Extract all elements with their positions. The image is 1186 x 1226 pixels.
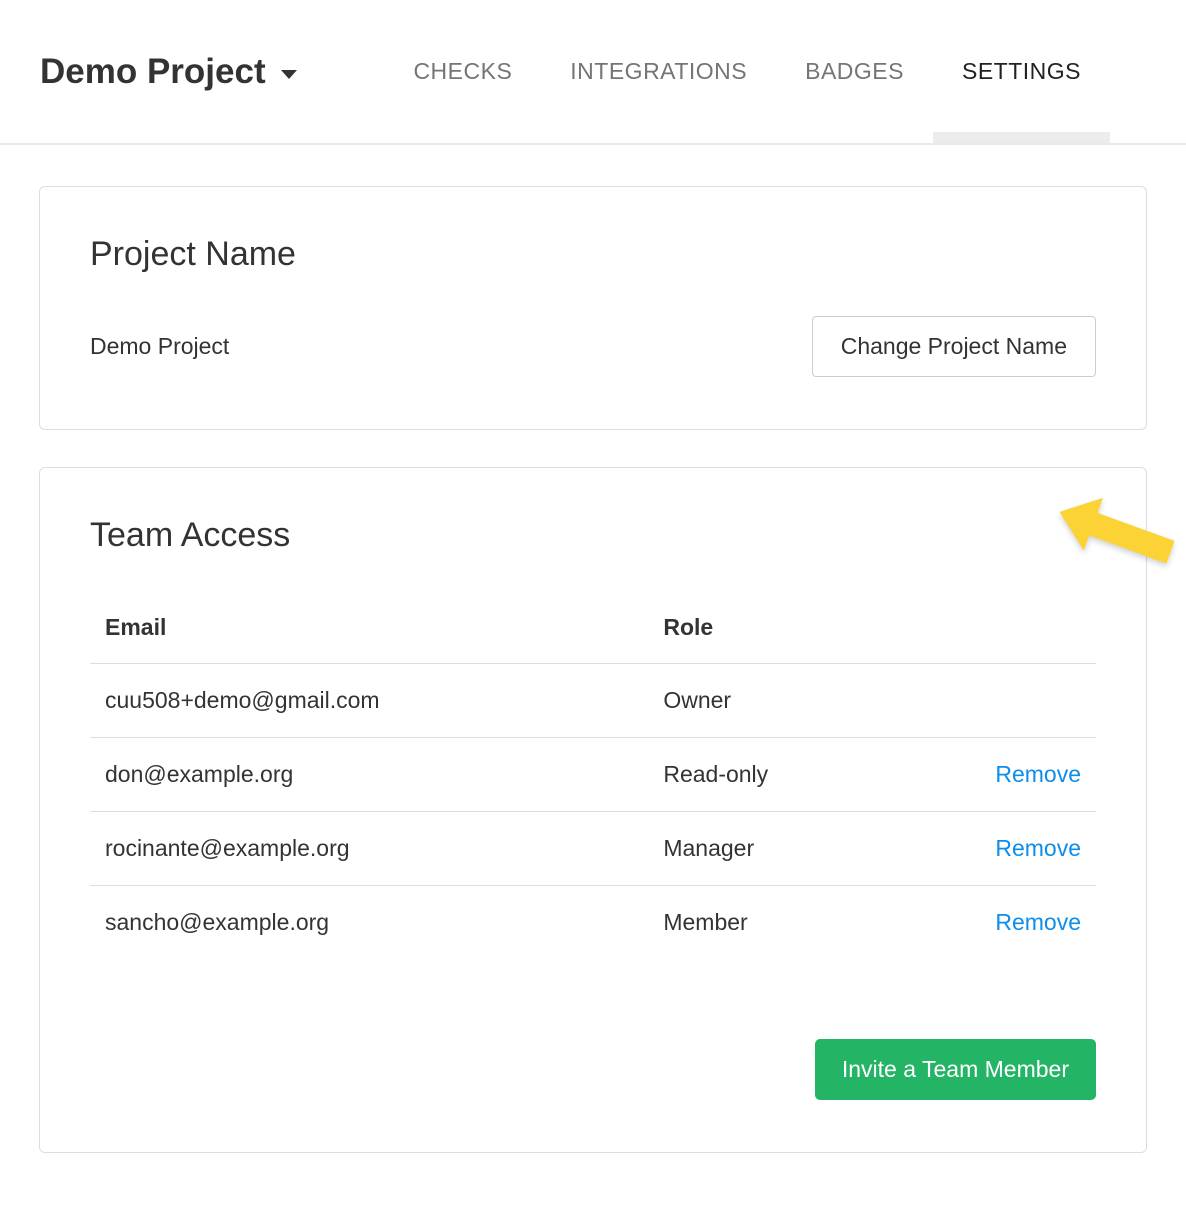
tab-integrations[interactable]: INTEGRATIONS — [541, 0, 776, 143]
project-name-card-title: Project Name — [90, 233, 1096, 276]
column-header-action — [910, 608, 1096, 664]
chevron-down-icon — [281, 70, 297, 79]
active-tab-indicator — [933, 132, 1110, 143]
member-action-cell: Remove — [910, 812, 1096, 886]
tab-settings[interactable]: SETTINGS — [933, 0, 1110, 143]
table-row: sancho@example.org Member Remove — [90, 886, 1096, 960]
table-row: don@example.org Read-only Remove — [90, 738, 1096, 812]
main-content: Project Name Demo Project Change Project… — [0, 145, 1186, 1189]
top-navigation-bar: Demo Project CHECKS INTEGRATIONS BADGES … — [0, 0, 1186, 145]
member-role: Owner — [648, 664, 910, 738]
change-project-name-button[interactable]: Change Project Name — [812, 316, 1096, 377]
member-email: sancho@example.org — [90, 886, 648, 960]
member-action-cell: Remove — [910, 738, 1096, 812]
table-row: rocinante@example.org Manager Remove — [90, 812, 1096, 886]
column-header-email: Email — [90, 608, 648, 664]
member-role: Manager — [648, 812, 910, 886]
remove-member-link[interactable]: Remove — [995, 835, 1081, 861]
project-switcher-dropdown[interactable]: Demo Project — [40, 52, 297, 92]
project-title: Demo Project — [40, 52, 266, 92]
member-email: don@example.org — [90, 738, 648, 812]
nav-tabs: CHECKS INTEGRATIONS BADGES SETTINGS — [384, 0, 1110, 143]
table-header-row: Email Role — [90, 608, 1096, 664]
invite-team-member-button[interactable]: Invite a Team Member — [815, 1039, 1096, 1100]
member-action-cell — [910, 664, 1096, 738]
member-email: cuu508+demo@gmail.com — [90, 664, 648, 738]
member-action-cell: Remove — [910, 886, 1096, 960]
team-members-table: Email Role cuu508+demo@gmail.com Owner d… — [90, 608, 1096, 959]
table-row: cuu508+demo@gmail.com Owner — [90, 664, 1096, 738]
member-role: Member — [648, 886, 910, 960]
member-role: Read-only — [648, 738, 910, 812]
remove-member-link[interactable]: Remove — [995, 909, 1081, 935]
member-email: rocinante@example.org — [90, 812, 648, 886]
team-access-card: Team Access Email Role cuu508+demo@gmail… — [39, 467, 1147, 1154]
project-name-value: Demo Project — [90, 333, 229, 360]
team-access-card-title: Team Access — [90, 514, 1096, 557]
tab-settings-label: SETTINGS — [962, 58, 1081, 85]
remove-member-link[interactable]: Remove — [995, 761, 1081, 787]
project-name-card: Project Name Demo Project Change Project… — [39, 186, 1147, 430]
tab-badges[interactable]: BADGES — [776, 0, 933, 143]
tab-checks[interactable]: CHECKS — [384, 0, 541, 143]
column-header-role: Role — [648, 608, 910, 664]
